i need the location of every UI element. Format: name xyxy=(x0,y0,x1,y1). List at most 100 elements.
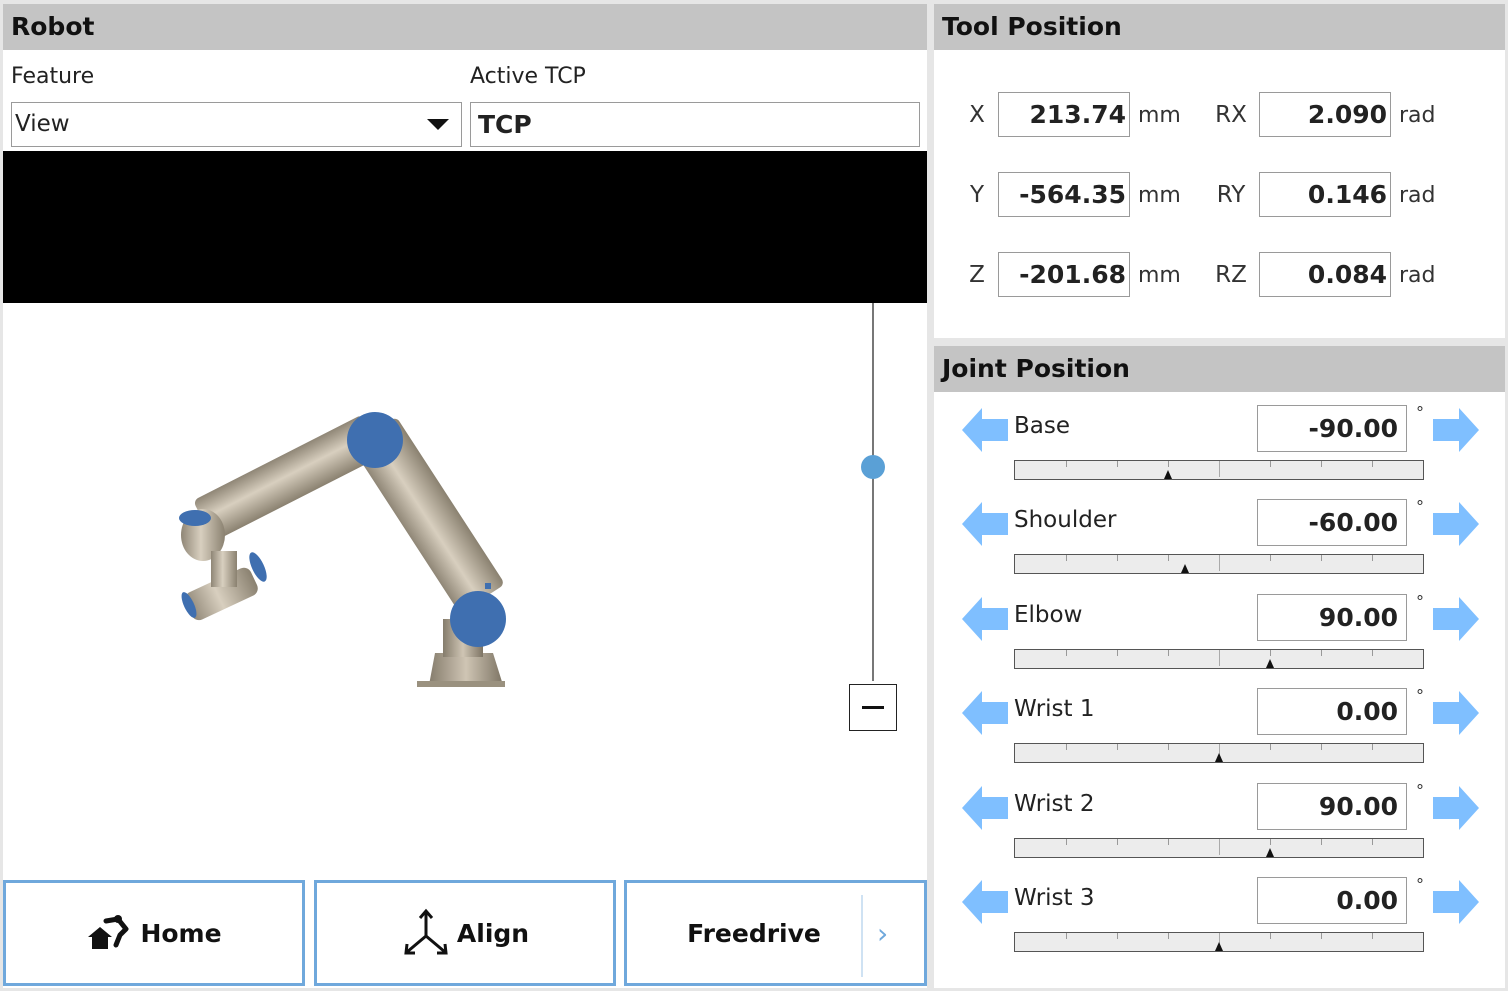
slider-tick xyxy=(1372,461,1373,467)
unit-mm: mm xyxy=(1138,103,1181,128)
axis-label-ry: RY xyxy=(1216,182,1246,208)
slider-tick xyxy=(1117,839,1118,845)
joint-slider-elbow[interactable] xyxy=(1014,649,1424,669)
feature-dropdown[interactable]: View xyxy=(11,102,462,147)
jog-left-arrow-icon[interactable] xyxy=(960,594,1010,644)
zoom-slider-track[interactable] xyxy=(872,303,874,681)
jog-left-arrow-icon[interactable] xyxy=(960,783,1010,833)
slider-tick xyxy=(1066,555,1067,561)
slider-tick xyxy=(1270,839,1271,845)
joint-value-wrist-3[interactable]: 0.00 xyxy=(1257,877,1407,924)
viewport-top-bar xyxy=(3,151,927,303)
axis-label-x: X xyxy=(969,102,985,128)
tool-ry-field[interactable]: 0.146 xyxy=(1259,172,1391,217)
degree-unit: ° xyxy=(1416,592,1424,611)
jog-left-arrow-icon[interactable] xyxy=(960,877,1010,927)
slider-tick xyxy=(1117,650,1118,656)
axis-label-z: Z xyxy=(969,262,985,288)
unit-rad: rad xyxy=(1399,183,1436,208)
slider-position-marker xyxy=(1266,659,1274,668)
joint-slider-wrist-3[interactable] xyxy=(1014,932,1424,952)
slider-tick xyxy=(1066,744,1067,750)
degree-unit: ° xyxy=(1416,497,1424,516)
jog-left-arrow-icon[interactable] xyxy=(960,499,1010,549)
slider-tick xyxy=(1168,744,1169,750)
robot-arm-icon xyxy=(179,412,506,687)
joint-name-wrist-1: Wrist 1 xyxy=(1014,696,1095,722)
freedrive-button[interactable]: Freedrive › xyxy=(624,880,927,986)
jog-right-arrow-icon[interactable] xyxy=(1431,688,1481,738)
joint-slider-shoulder[interactable] xyxy=(1014,554,1424,574)
joint-row: Wrist 2 90.00 ° xyxy=(934,781,1505,877)
align-button[interactable]: Align xyxy=(314,880,616,986)
unit-rad: rad xyxy=(1399,103,1436,128)
tool-rx-field[interactable]: 2.090 xyxy=(1259,92,1391,137)
jog-right-arrow-icon[interactable] xyxy=(1431,594,1481,644)
slider-tick xyxy=(1168,839,1169,845)
joint-row: Wrist 3 0.00 ° xyxy=(934,875,1505,971)
slider-tick xyxy=(1066,839,1067,845)
joint-row: Base -90.00 ° xyxy=(934,403,1505,499)
joint-value-wrist-1[interactable]: 0.00 xyxy=(1257,688,1407,735)
slider-tick xyxy=(1270,461,1271,467)
joint-row: Elbow 90.00 ° xyxy=(934,592,1505,688)
feature-dropdown-value: View xyxy=(15,111,70,137)
slider-tick xyxy=(1270,555,1271,561)
tool-rz-field[interactable]: 0.084 xyxy=(1259,252,1391,297)
slider-tick xyxy=(1321,744,1322,750)
robot-header: Robot xyxy=(3,4,927,50)
joint-value-elbow[interactable]: 90.00 xyxy=(1257,594,1407,641)
slider-tick xyxy=(1321,555,1322,561)
slider-tick xyxy=(1219,650,1220,666)
jog-right-arrow-icon[interactable] xyxy=(1431,499,1481,549)
active-tcp-label: Active TCP xyxy=(470,64,586,89)
degree-unit: ° xyxy=(1416,686,1424,705)
degree-unit: ° xyxy=(1416,781,1424,800)
slider-tick xyxy=(1168,461,1169,467)
slider-position-marker xyxy=(1215,753,1223,762)
tool-z-field[interactable]: -201.68 xyxy=(998,252,1130,297)
slider-tick xyxy=(1066,650,1067,656)
slider-tick xyxy=(1117,744,1118,750)
tool-position-panel: Tool Position X 213.74 mm RX 2.090 rad Y… xyxy=(934,4,1505,338)
axis-label-y: Y xyxy=(969,182,985,208)
slider-tick xyxy=(1321,650,1322,656)
unit-rad: rad xyxy=(1399,263,1436,288)
joint-value-base[interactable]: -90.00 xyxy=(1257,405,1407,452)
joint-slider-wrist-2[interactable] xyxy=(1014,838,1424,858)
tool-x-field[interactable]: 213.74 xyxy=(998,92,1130,137)
jog-left-arrow-icon[interactable] xyxy=(960,688,1010,738)
freedrive-button-label: Freedrive xyxy=(687,919,821,948)
joint-name-wrist-3: Wrist 3 xyxy=(1014,885,1095,911)
jog-right-arrow-icon[interactable] xyxy=(1431,877,1481,927)
home-button-label: Home xyxy=(140,918,222,948)
active-tcp-field[interactable]: TCP xyxy=(470,102,920,147)
joint-value-wrist-2[interactable]: 90.00 xyxy=(1257,783,1407,830)
tool-y-field[interactable]: -564.35 xyxy=(998,172,1130,217)
joint-slider-base[interactable] xyxy=(1014,460,1424,480)
chevron-down-icon xyxy=(427,119,449,130)
home-button[interactable]: Home xyxy=(3,880,305,986)
joint-name-wrist-2: Wrist 2 xyxy=(1014,791,1095,817)
slider-tick xyxy=(1372,555,1373,561)
joint-value-shoulder[interactable]: -60.00 xyxy=(1257,499,1407,546)
jog-right-arrow-icon[interactable] xyxy=(1431,405,1481,455)
jog-right-arrow-icon[interactable] xyxy=(1431,783,1481,833)
zoom-slider-handle[interactable] xyxy=(861,455,885,479)
slider-tick xyxy=(1219,555,1220,571)
home-robot-icon xyxy=(88,915,129,949)
slider-tick xyxy=(1117,461,1118,467)
zoom-out-button[interactable] xyxy=(849,684,897,731)
joint-slider-wrist-1[interactable] xyxy=(1014,743,1424,763)
slider-tick xyxy=(1321,461,1322,467)
jog-left-arrow-icon[interactable] xyxy=(960,405,1010,455)
joint-row: Wrist 1 0.00 ° xyxy=(934,686,1505,782)
axis-label-rz: RZ xyxy=(1215,262,1247,288)
robot-3d-view[interactable] xyxy=(3,303,927,878)
chevron-right-icon[interactable]: › xyxy=(877,917,888,950)
slider-position-marker xyxy=(1215,942,1223,951)
unit-mm: mm xyxy=(1138,183,1181,208)
slider-tick xyxy=(1219,839,1220,855)
slider-tick xyxy=(1117,933,1118,939)
align-axes-icon xyxy=(404,908,448,955)
